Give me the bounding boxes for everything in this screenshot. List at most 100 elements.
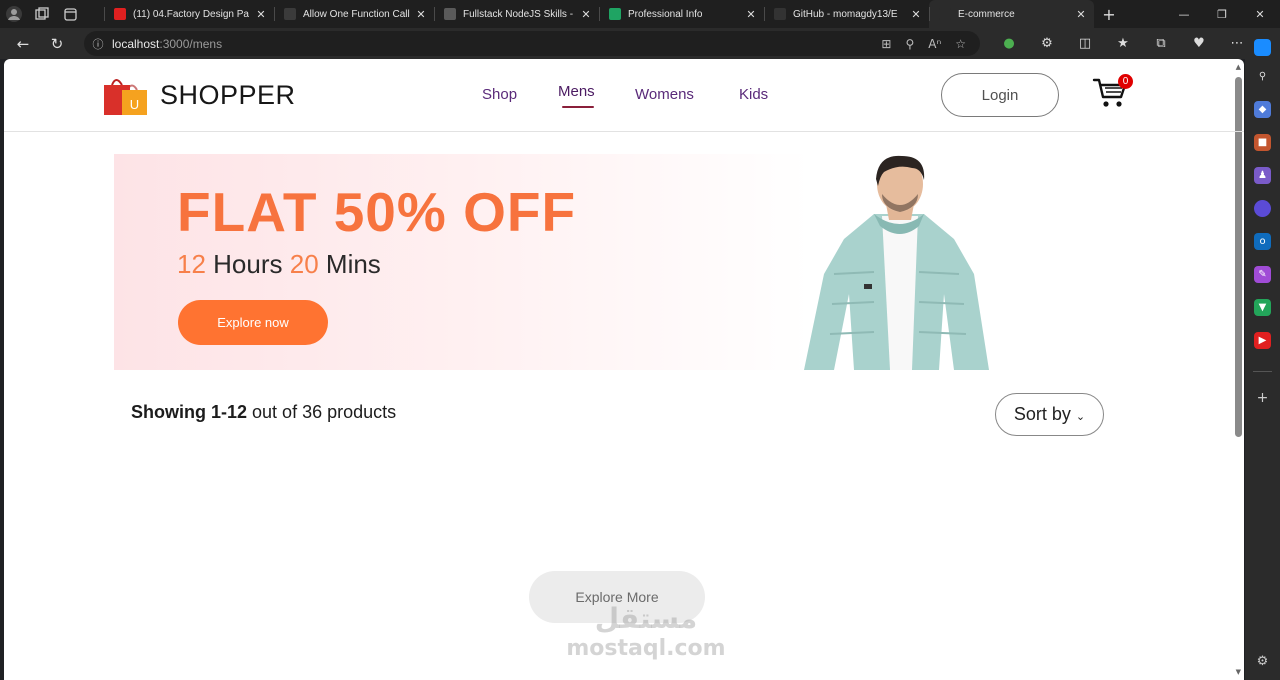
- menu-shop[interactable]: Shop: [482, 86, 517, 103]
- chevron-down-icon: ⌄: [1075, 411, 1086, 423]
- tab-separator: [764, 7, 765, 21]
- url-text[interactable]: localhost:3000/mens: [112, 37, 222, 51]
- shopping-icon[interactable]: ◆: [1254, 101, 1271, 118]
- split-screen-icon[interactable]: ◫: [1066, 36, 1104, 51]
- menu-mens[interactable]: Mens: [558, 83, 595, 100]
- edge-sidebar: ⚲ ◆ ■ ♟ o ✎ ▼ ▶ + ⚙: [1245, 39, 1280, 680]
- mostaql-watermark: مستقل mostaql.com: [561, 602, 731, 662]
- youtube-icon: [114, 8, 126, 20]
- tab-separator: [104, 7, 105, 21]
- copilot-icon[interactable]: [1254, 39, 1271, 56]
- extensions-puzzle-icon[interactable]: ⚙: [1028, 36, 1066, 51]
- banner-title: FLAT 50% OFF: [177, 181, 577, 243]
- tab-separator: [434, 7, 435, 21]
- showing-range: Showing 1-12: [131, 402, 248, 422]
- collections-icon[interactable]: ⧉: [1142, 36, 1180, 51]
- explore-now-button[interactable]: Explore now: [178, 300, 328, 345]
- bot-icon: [444, 8, 456, 20]
- app-available-icon[interactable]: ⊞: [881, 37, 891, 51]
- active-menu-underline: [562, 106, 594, 108]
- tab-actions-icon[interactable]: [56, 0, 84, 28]
- browser-tab[interactable]: Allow One Function Call ✕: [274, 0, 434, 28]
- browser-tab[interactable]: (11) 04.Factory Design Pa ✕: [104, 0, 274, 28]
- close-tab-icon[interactable]: ✕: [579, 8, 593, 21]
- close-tab-icon[interactable]: ✕: [744, 8, 758, 21]
- banner-countdown: 12 Hours 20 Mins: [177, 249, 381, 280]
- back-arrow-icon[interactable]: ←: [6, 28, 40, 59]
- tab-title: Allow One Function Call: [303, 8, 410, 20]
- more-menu-icon[interactable]: ⋯: [1218, 36, 1256, 51]
- menu-womens[interactable]: Womens: [635, 86, 694, 103]
- new-tab-button[interactable]: +: [1094, 0, 1124, 28]
- sort-by-dropdown[interactable]: Sort by ⌄: [995, 393, 1104, 436]
- zoom-icon[interactable]: ⚲: [905, 37, 914, 51]
- hours-number: 12: [177, 249, 206, 279]
- browser-essentials-icon[interactable]: ♥: [1180, 36, 1218, 51]
- outlook-icon[interactable]: o: [1254, 233, 1271, 250]
- address-toolbar: ← ↻ ⓘ localhost:3000/mens ⊞ ⚲ Aⁿ ☆ ● ⚙ ◫…: [0, 28, 1280, 59]
- tab-separator: [929, 7, 930, 21]
- hours-label: Hours: [213, 249, 283, 279]
- tab-title: Fullstack NodeJS Skills -: [463, 8, 574, 20]
- favorite-star-icon[interactable]: ☆: [955, 37, 966, 51]
- tab-separator: [274, 7, 275, 21]
- logo-letter: U: [130, 97, 139, 112]
- menu-kids[interactable]: Kids: [739, 86, 768, 103]
- address-bar[interactable]: ⓘ localhost:3000/mens ⊞ ⚲ Aⁿ ☆: [84, 31, 980, 56]
- hero-banner: FLAT 50% OFF 12 Hours 20 Mins Explore no…: [114, 154, 1109, 370]
- close-tab-icon[interactable]: ✕: [254, 8, 268, 21]
- read-aloud-icon[interactable]: Aⁿ: [928, 37, 941, 51]
- maximize-button[interactable]: ❐: [1202, 0, 1242, 28]
- web-page: ▲ ▼ U SHOPPER Shop Mens Womens Kids Logi…: [4, 59, 1244, 680]
- microsoft365-icon[interactable]: [1254, 200, 1271, 217]
- showing-count-text: Showing 1-12 out of 36 products: [131, 402, 396, 423]
- youtube-icon[interactable]: ▶: [1254, 332, 1271, 349]
- drop-icon[interactable]: ▼: [1254, 299, 1271, 316]
- browser-tab[interactable]: Professional Info ✕: [599, 0, 764, 28]
- showing-total: out of 36 products: [252, 402, 397, 422]
- search-icon[interactable]: ⚲: [1254, 68, 1271, 85]
- dev-icon: [284, 8, 296, 20]
- tab-title: E-commerce: [958, 8, 1015, 20]
- site-logo[interactable]: U SHOPPER: [102, 73, 296, 117]
- add-icon[interactable]: +: [1254, 389, 1271, 406]
- close-window-button[interactable]: ✕: [1240, 0, 1280, 28]
- cart-count-badge: 0: [1118, 74, 1133, 89]
- browser-tab[interactable]: Fullstack NodeJS Skills - ✕: [434, 0, 599, 28]
- mins-number: 20: [289, 249, 319, 279]
- model-in-jacket-image: [804, 155, 989, 370]
- tab-separator: [599, 7, 600, 21]
- browser-tab[interactable]: GitHub - momagdy13/E ✕: [764, 0, 929, 28]
- designer-icon[interactable]: ✎: [1254, 266, 1271, 283]
- reload-icon[interactable]: ↻: [40, 28, 74, 59]
- login-button[interactable]: Login: [941, 73, 1059, 117]
- react-icon: [939, 8, 951, 20]
- tab-title: GitHub - momagdy13/E: [793, 8, 898, 20]
- tab-title: (11) 04.Factory Design Pa: [133, 8, 249, 20]
- favorites-icon[interactable]: ★: [1104, 36, 1142, 51]
- sort-by-label: Sort by: [1013, 404, 1071, 424]
- watermark-arabic: مستقل: [594, 602, 698, 635]
- browser-tab[interactable]: E-commerce ✕: [929, 0, 1094, 28]
- settings-gear-icon[interactable]: ⚙: [1254, 653, 1271, 670]
- close-tab-icon[interactable]: ✕: [1074, 8, 1088, 21]
- browser-tab-bar: (11) 04.Factory Design Pa ✕ Allow One Func…: [0, 0, 1280, 28]
- close-tab-icon[interactable]: ✕: [909, 8, 923, 21]
- mins-label: Mins: [325, 249, 381, 279]
- minimize-button[interactable]: —: [1164, 0, 1204, 28]
- sidebar-divider: [1253, 371, 1272, 372]
- close-tab-icon[interactable]: ✕: [414, 8, 428, 21]
- tools-icon[interactable]: ■: [1254, 134, 1271, 151]
- github-icon: [774, 8, 786, 20]
- site-navbar: U SHOPPER Shop Mens Womens Kids Login 0: [4, 59, 1244, 132]
- extension-icon[interactable]: ●: [990, 36, 1028, 51]
- watermark-latin: mostaql.com: [566, 636, 726, 661]
- info-icon[interactable]: ⓘ: [84, 36, 112, 52]
- tab-title: Professional Info: [628, 8, 703, 20]
- f-icon: [609, 8, 621, 20]
- scroll-down-arrow-icon[interactable]: ▼: [1236, 668, 1241, 676]
- games-icon[interactable]: ♟: [1254, 167, 1271, 184]
- workspaces-icon[interactable]: [28, 0, 56, 28]
- profile-icon[interactable]: [0, 0, 28, 28]
- shopping-bag-logo-icon: U: [104, 79, 147, 115]
